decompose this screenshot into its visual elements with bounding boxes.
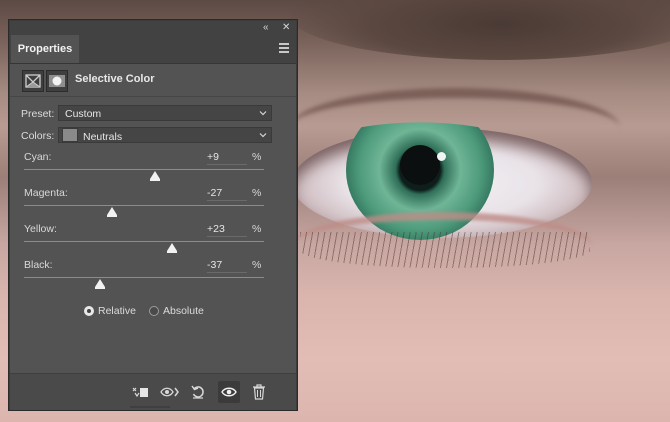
relative-label: Relative: [98, 305, 136, 317]
close-icon[interactable]: ✕: [282, 22, 290, 34]
percent-unit: %: [252, 223, 262, 235]
selective-color-adjustment-icon[interactable]: [22, 70, 44, 92]
magenta-slider-track[interactable]: [24, 205, 264, 206]
black-slider-row: Black: -37 %: [10, 259, 296, 295]
black-value-field[interactable]: -37: [207, 259, 247, 273]
preset-label: Preset:: [21, 108, 55, 120]
yellow-slider-handle[interactable]: [166, 243, 177, 253]
panel-tabbar: Properties: [10, 35, 296, 64]
eyebrow-region: [290, 0, 670, 60]
colors-value: Neutrals: [83, 131, 123, 143]
color-swatch: [62, 128, 78, 142]
absolute-label: Absolute: [163, 305, 204, 317]
layer-mask-icon[interactable]: [46, 70, 68, 92]
yellow-slider-row: Yellow: +23 %: [10, 223, 296, 259]
delete-button[interactable]: [248, 381, 270, 403]
chevron-down-icon: [259, 111, 267, 116]
colors-dropdown[interactable]: Neutrals: [58, 127, 272, 143]
pupil: [400, 145, 440, 185]
cyan-slider-track[interactable]: [24, 169, 264, 170]
view-previous-state-icon: [160, 387, 179, 397]
visibility-eye-icon: [221, 387, 237, 397]
colors-label: Colors:: [21, 130, 55, 142]
yellow-label: Yellow:: [24, 223, 57, 235]
radio-selected-indicator: [84, 306, 94, 316]
percent-unit: %: [252, 187, 262, 199]
trash-icon: [253, 384, 265, 400]
black-slider-handle[interactable]: [94, 279, 105, 289]
percent-unit: %: [252, 259, 262, 271]
properties-panel: « ✕ Properties Selective Color Preset: C…: [9, 20, 297, 410]
cyan-slider-handle[interactable]: [149, 171, 160, 181]
magenta-slider-row: Magenta: -27 %: [10, 187, 296, 223]
reset-button[interactable]: [187, 381, 209, 403]
absolute-radio[interactable]: Absolute: [149, 304, 204, 318]
clip-to-layer-button[interactable]: [129, 381, 151, 403]
chevron-down-icon: [259, 133, 267, 138]
reset-icon: [191, 385, 204, 399]
magenta-label: Magenta:: [24, 187, 68, 199]
magenta-value-field[interactable]: -27: [207, 187, 247, 201]
resize-grip[interactable]: [130, 406, 170, 408]
black-slider-track[interactable]: [24, 277, 264, 278]
cyan-value-field[interactable]: +9: [207, 151, 247, 165]
black-label: Black:: [24, 259, 53, 271]
adjustment-header: Selective Color: [10, 64, 296, 97]
cyan-slider-row: Cyan: +9 %: [10, 151, 296, 187]
toggle-visibility-button[interactable]: [218, 381, 240, 403]
adjustment-title: Selective Color: [75, 73, 155, 85]
preset-dropdown[interactable]: Custom: [58, 105, 272, 121]
panel-menu-icon[interactable]: [279, 43, 289, 53]
yellow-slider-track[interactable]: [24, 241, 264, 242]
yellow-value-field[interactable]: +23: [207, 223, 247, 237]
panel-titlebar: « ✕: [10, 21, 296, 35]
lower-eyelashes: [300, 232, 590, 268]
clip-to-layer-icon: [132, 387, 148, 398]
preset-value: Custom: [65, 108, 102, 120]
percent-unit: %: [252, 151, 262, 163]
tab-properties[interactable]: Properties: [11, 35, 79, 63]
panel-footer: [10, 373, 296, 410]
view-previous-state-button[interactable]: [159, 381, 181, 403]
relative-radio[interactable]: Relative: [84, 304, 136, 318]
radio-unselected-indicator: [149, 306, 159, 316]
cyan-label: Cyan:: [24, 151, 52, 163]
eye-highlight: [437, 152, 446, 161]
collapse-icon[interactable]: «: [263, 22, 269, 34]
magenta-slider-handle[interactable]: [106, 207, 117, 217]
